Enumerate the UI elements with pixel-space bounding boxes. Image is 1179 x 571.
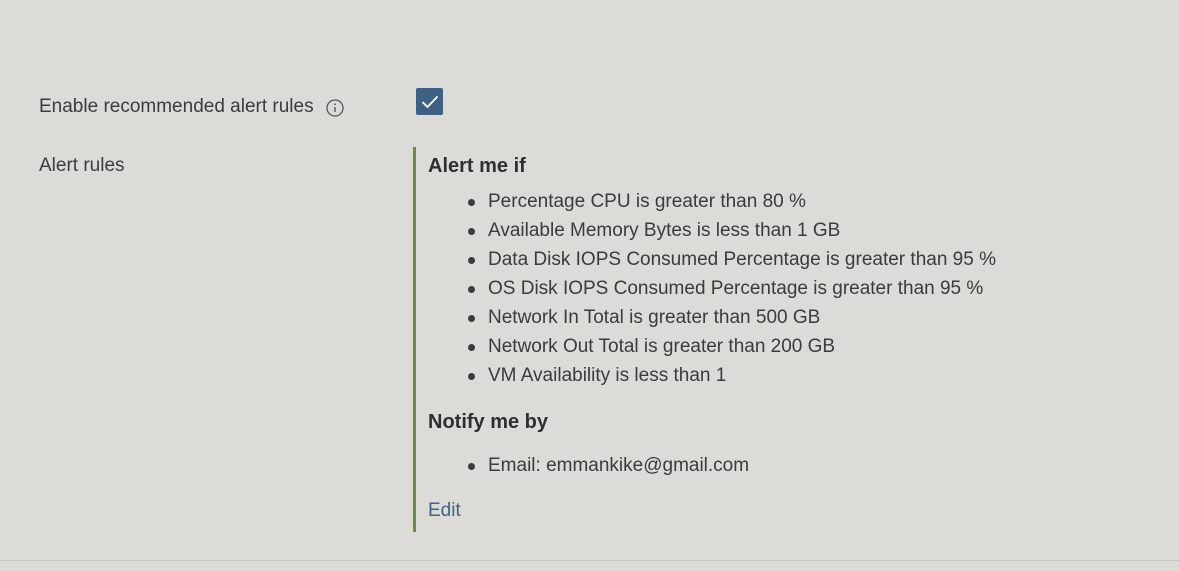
alert-condition-item-text: Network In Total is greater than 500 GB bbox=[488, 307, 821, 328]
bullet-icon bbox=[468, 463, 475, 470]
notify-me-by-heading: Notify me by bbox=[428, 411, 549, 433]
alert-condition-item-text: Available Memory Bytes is less than 1 GB bbox=[488, 220, 841, 241]
alert-rules-label: Alert rules bbox=[39, 155, 125, 176]
alert-condition-item: Network Out Total is greater than 200 GB bbox=[416, 333, 996, 362]
alert-rules-panel: Alert me if Percentage CPU is greater th… bbox=[413, 147, 1116, 532]
alert-condition-item: OS Disk IOPS Consumed Percentage is grea… bbox=[416, 275, 996, 304]
enable-alert-rules-label: Enable recommended alert rules bbox=[39, 95, 344, 119]
divider bbox=[0, 560, 1179, 561]
alert-condition-item-text: Percentage CPU is greater than 80 % bbox=[488, 191, 806, 212]
bullet-icon bbox=[468, 344, 475, 351]
bullet-icon bbox=[468, 315, 475, 322]
enable-alert-rules-text: Enable recommended alert rules bbox=[39, 96, 314, 117]
bullet-icon bbox=[468, 286, 475, 293]
notification-method-item: Email: emmankike@gmail.com bbox=[416, 452, 749, 481]
alert-condition-item-text: VM Availability is less than 1 bbox=[488, 365, 727, 386]
notification-method-item-text: Email: emmankike@gmail.com bbox=[488, 455, 750, 476]
alert-condition-item-text: Data Disk IOPS Consumed Percentage is gr… bbox=[488, 249, 996, 270]
enable-alert-rules-checkbox[interactable] bbox=[416, 88, 443, 115]
alert-condition-item-text: OS Disk IOPS Consumed Percentage is grea… bbox=[488, 278, 984, 299]
alert-condition-item-text: Network Out Total is greater than 200 GB bbox=[488, 336, 836, 357]
notification-methods-list: Email: emmankike@gmail.com bbox=[416, 452, 749, 481]
alert-condition-item: VM Availability is less than 1 bbox=[416, 362, 996, 391]
alert-condition-item: Network In Total is greater than 500 GB bbox=[416, 304, 996, 333]
edit-alert-rules-link[interactable]: Edit bbox=[428, 499, 461, 523]
checkmark-icon bbox=[421, 95, 438, 108]
alert-me-if-heading: Alert me if bbox=[428, 155, 526, 177]
alert-conditions-list: Percentage CPU is greater than 80 % Avail… bbox=[416, 188, 996, 391]
bullet-icon bbox=[468, 199, 475, 206]
alert-condition-item: Available Memory Bytes is less than 1 GB bbox=[416, 217, 996, 246]
bullet-icon bbox=[468, 373, 475, 380]
bullet-icon bbox=[468, 257, 475, 264]
bullet-icon bbox=[468, 228, 475, 235]
alert-condition-item: Data Disk IOPS Consumed Percentage is gr… bbox=[416, 246, 996, 275]
alert-condition-item: Percentage CPU is greater than 80 % bbox=[416, 188, 996, 217]
info-icon[interactable] bbox=[325, 99, 344, 117]
